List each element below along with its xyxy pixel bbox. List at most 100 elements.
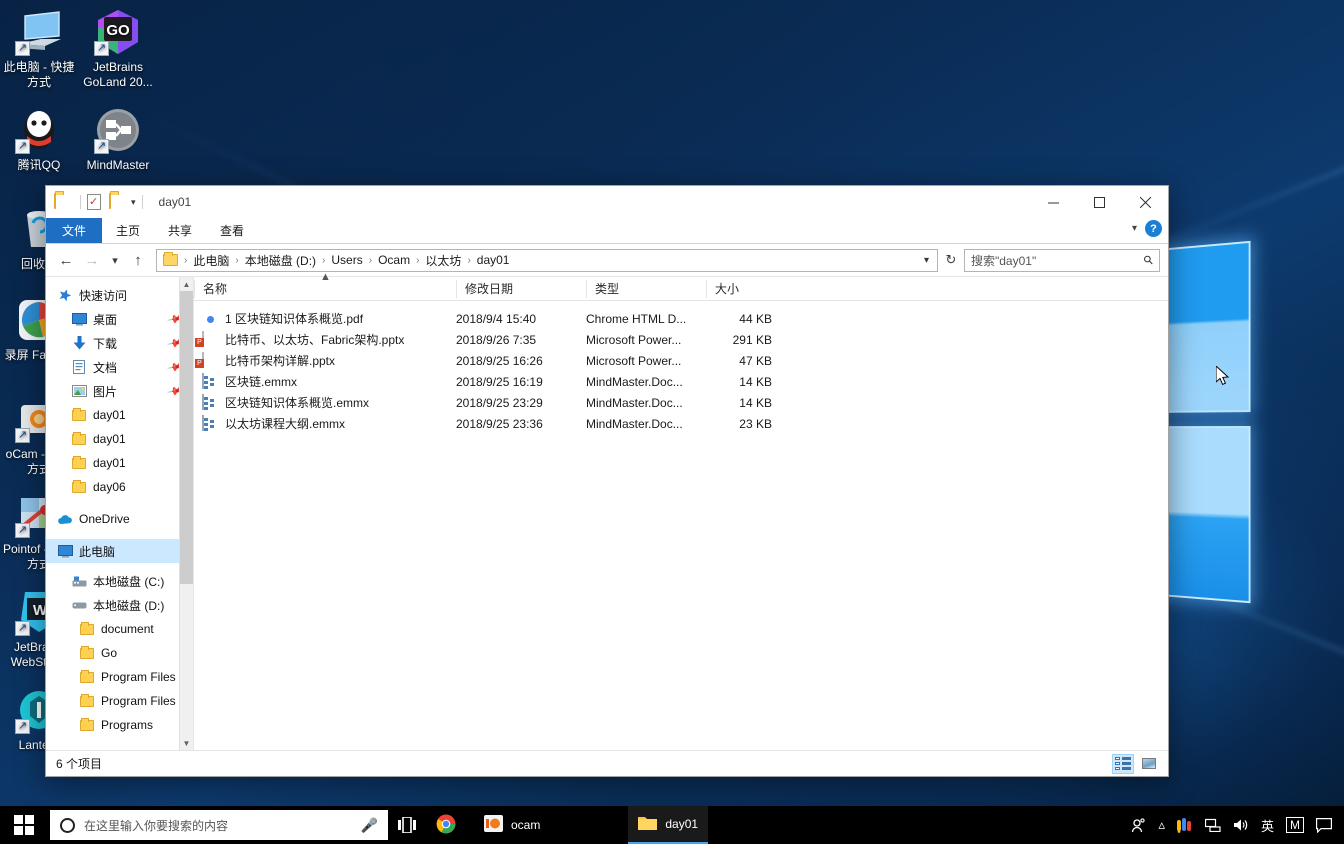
file-list-pane[interactable]: ▲ 名称 修改日期 类型 大小 1 区块链知识体系概览.pdf 2018/9/4…: [194, 271, 1168, 750]
taskbar-button-ocam[interactable]: ocam: [474, 806, 550, 844]
tab-home[interactable]: 主页: [102, 218, 154, 243]
sidebar-item-programs[interactable]: Programs: [46, 713, 193, 737]
taskbar[interactable]: 在这里输入你要搜索的内容 🎤 ocam day01 ▵ 英 M: [0, 806, 1344, 844]
volume-icon[interactable]: [1233, 818, 1249, 832]
chevron-up-icon[interactable]: ▲: [180, 277, 193, 291]
chevron-down-icon[interactable]: ▾: [920, 255, 933, 266]
sidebar-item-pictures[interactable]: 图片 📌: [46, 379, 193, 403]
google-ime-icon[interactable]: [1176, 817, 1193, 833]
sidebar-item-onedrive[interactable]: OneDrive: [46, 507, 193, 531]
table-row[interactable]: 以太坊课程大纲.emmx 2018/9/25 23:36 MindMaster.…: [194, 413, 1168, 434]
mindmaster-tray-icon[interactable]: M: [1286, 817, 1304, 833]
navigation-bar[interactable]: ← → ▾ ↑ › 此电脑 › 本地磁盘 (D:) › Users › Ocam…: [46, 244, 1168, 276]
taskbar-search-input[interactable]: 在这里输入你要搜索的内容 🎤: [50, 810, 388, 840]
file-explorer-window[interactable]: ▾ day01 文件 主页 共享 查看 ▾ ? ← → ▾ ↑: [45, 185, 1169, 777]
table-row[interactable]: 1 区块链知识体系概览.pdf 2018/9/4 15:40 Chrome HT…: [194, 308, 1168, 329]
item-count-label: 6 个项目: [56, 757, 103, 771]
column-header-date[interactable]: 修改日期: [456, 279, 586, 298]
show-hidden-icons-chevron[interactable]: ▵: [1158, 817, 1165, 833]
column-headers[interactable]: ▲ 名称 修改日期 类型 大小: [194, 271, 1168, 301]
back-button[interactable]: ←: [54, 248, 78, 272]
breadcrumb-item[interactable]: day01: [473, 253, 514, 267]
navigation-pane[interactable]: 快速访问 桌面 📌 下载 📌 文档 📌 图片 📌 day01 day01 day…: [46, 277, 194, 750]
breadcrumb-item[interactable]: 此电脑: [189, 252, 233, 269]
taskbar-button-day01[interactable]: day01: [628, 806, 709, 844]
sidebar-item-documents[interactable]: 文档 📌: [46, 355, 193, 379]
navigation-pane-scrollbar[interactable]: ▲ ▼: [179, 277, 193, 750]
sidebar-item-go[interactable]: Go: [46, 641, 193, 665]
window-title: day01: [158, 195, 192, 209]
help-button[interactable]: ?: [1145, 220, 1162, 237]
sidebar-item-downloads[interactable]: 下载 📌: [46, 331, 193, 355]
maximize-button[interactable]: [1076, 186, 1122, 218]
sidebar-item-day01-3[interactable]: day01: [46, 451, 193, 475]
refresh-button[interactable]: ↻: [940, 249, 962, 272]
chevron-down-icon[interactable]: ▾: [131, 197, 136, 208]
minimize-button[interactable]: [1030, 186, 1076, 218]
sidebar-item-this-pc[interactable]: 此电脑: [46, 539, 193, 563]
thumbnail-view-icon[interactable]: [1138, 754, 1160, 774]
sidebar-item-day01-2[interactable]: day01: [46, 427, 193, 451]
file-type: Microsoft Power...: [586, 353, 682, 368]
desktop[interactable]: 此电脑 - 快捷方式 GO JetBrains GoLand 20...: [0, 0, 1344, 844]
sidebar-item-desktop[interactable]: 桌面 📌: [46, 307, 193, 331]
title-bar[interactable]: ▾ day01: [46, 186, 1168, 218]
desktop-icon-tencent-qq[interactable]: 腾讯QQ: [0, 106, 78, 173]
desktop-icon-mindmaster[interactable]: MindMaster: [79, 106, 157, 173]
chevron-down-icon[interactable]: ▼: [180, 736, 193, 750]
breadcrumb-item[interactable]: 以太坊: [421, 252, 465, 269]
sidebar-item-drive-c[interactable]: 本地磁盘 (C:): [46, 569, 193, 593]
column-header-size[interactable]: 大小: [706, 279, 788, 298]
sidebar-item-program-files[interactable]: Program Files: [46, 665, 193, 689]
network-icon[interactable]: [1204, 818, 1221, 832]
forward-button[interactable]: →: [80, 248, 104, 272]
table-row[interactable]: 区块链知识体系概览.emmx 2018/9/25 23:29 MindMaste…: [194, 392, 1168, 413]
sidebar-item-drive-d[interactable]: 本地磁盘 (D:): [46, 593, 193, 617]
sidebar-item-label: 快速访问: [79, 288, 128, 303]
file-name: 1 区块链知识体系概览.pdf: [225, 312, 364, 326]
task-view-button[interactable]: [388, 806, 426, 844]
table-row[interactable]: 比特币架构详解.pptx 2018/9/25 16:26 Microsoft P…: [194, 350, 1168, 371]
address-bar[interactable]: › 此电脑 › 本地磁盘 (D:) › Users › Ocam › 以太坊 ›…: [156, 248, 938, 272]
sidebar-item-document[interactable]: document: [46, 617, 193, 641]
ribbon-tab-bar[interactable]: 文件 主页 共享 查看 ▾ ?: [46, 218, 1168, 244]
file-name: 以太坊课程大纲.emmx: [225, 417, 346, 431]
windows-start-icon[interactable]: [0, 806, 48, 844]
sidebar-item-quick-access[interactable]: 快速访问: [46, 283, 193, 307]
up-button[interactable]: ↑: [126, 248, 150, 272]
close-button[interactable]: [1122, 186, 1168, 218]
taskbar-button-chrome[interactable]: [426, 806, 474, 844]
tab-share[interactable]: 共享: [154, 218, 206, 243]
input-language-icon[interactable]: 英: [1261, 816, 1274, 835]
breadcrumb-item[interactable]: Users: [327, 253, 366, 267]
table-row[interactable]: 比特币、以太坊、Fabric架构.pptx 2018/9/26 7:35 Mic…: [194, 329, 1168, 350]
breadcrumb-item[interactable]: Ocam: [374, 253, 414, 267]
folder-icon[interactable]: [54, 193, 70, 210]
microphone-icon[interactable]: 🎤: [361, 817, 378, 834]
file-type: MindMaster.Doc...: [586, 374, 683, 389]
window-body: 快速访问 桌面 📌 下载 📌 文档 📌 图片 📌 day01 day01 day…: [46, 271, 1168, 750]
sidebar-item-day01-1[interactable]: day01: [46, 403, 193, 427]
people-icon[interactable]: [1131, 817, 1146, 833]
properties-icon[interactable]: [87, 194, 101, 210]
column-header-type[interactable]: 类型: [586, 279, 706, 298]
chevron-down-icon[interactable]: ▾: [1132, 223, 1137, 234]
details-view-icon[interactable]: [1112, 753, 1134, 774]
tab-file[interactable]: 文件: [46, 218, 103, 243]
sidebar-item-label: 下载: [93, 336, 118, 351]
breadcrumb-item[interactable]: 本地磁盘 (D:): [241, 252, 320, 269]
table-row[interactable]: 区块链.emmx 2018/9/25 16:19 MindMaster.Doc.…: [194, 371, 1168, 392]
new-folder-icon[interactable]: [109, 193, 125, 210]
desktop-icon-label: 腾讯QQ: [17, 158, 61, 172]
tab-view[interactable]: 查看: [206, 218, 258, 243]
scrollbar-thumb[interactable]: [180, 291, 193, 584]
sidebar-item-day06[interactable]: day06: [46, 475, 193, 499]
search-input[interactable]: 搜索"day01" ⚲: [964, 248, 1160, 272]
action-center-icon[interactable]: [1316, 817, 1332, 833]
system-tray[interactable]: ▵ 英 M: [1131, 816, 1344, 835]
desktop-icon-this-pc[interactable]: 此电脑 - 快捷方式: [0, 8, 78, 90]
desktop-icon-goland[interactable]: GO JetBrains GoLand 20...: [79, 8, 157, 90]
sidebar-item-program-files-x86[interactable]: Program Files (: [46, 689, 193, 713]
recent-locations-button[interactable]: ▾: [106, 248, 124, 272]
search-icon[interactable]: ⚲: [1141, 252, 1157, 268]
